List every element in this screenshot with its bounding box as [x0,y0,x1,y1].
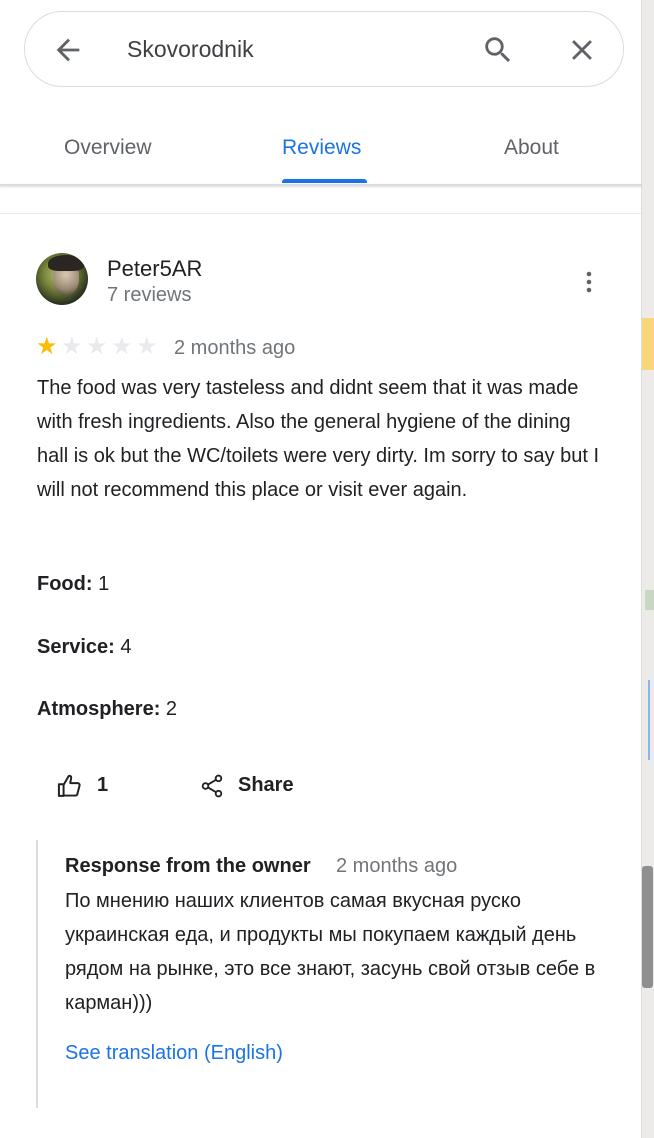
owner-response-date: 2 months ago [336,855,458,877]
review-date: 2 months ago [174,337,296,359]
map-road-fragment [642,318,654,370]
star-rating: ★ ★ ★ ★ ★ [36,335,161,359]
atmosphere-rating-label: Atmosphere: [37,698,161,720]
food-rating: Food: 1 [37,573,109,596]
like-count: 1 [97,774,109,796]
scrollbar-thumb[interactable] [642,866,653,988]
owner-response: Response from the owner 2 months ago По … [36,840,598,1108]
tab-overview[interactable]: Overview [64,136,152,160]
arrow-back-icon[interactable] [51,33,85,67]
search-icon[interactable] [481,33,515,67]
food-rating-value: 1 [98,573,110,595]
food-rating-label: Food: [37,573,93,595]
avatar[interactable] [36,253,88,305]
star-empty-icon: ★ [61,333,83,360]
map-area-fragment [645,590,654,610]
tabs-divider [0,184,641,186]
service-rating-value: 4 [120,636,132,658]
tab-about[interactable]: About [504,136,559,160]
star-filled-icon: ★ [36,333,58,360]
owner-response-title: Response from the owner [65,855,311,877]
review-text: The food was very tasteless and didnt se… [37,377,600,501]
share-icon [201,774,223,798]
active-tab-indicator [282,179,367,183]
star-empty-icon: ★ [136,333,158,360]
section-divider [0,213,641,214]
author-review-count: 7 reviews [107,284,192,306]
search-input[interactable]: Skovorodnik [127,36,254,63]
see-translation-link[interactable]: See translation (English) [65,1042,283,1065]
atmosphere-rating: Atmosphere: 2 [37,698,177,721]
tab-reviews[interactable]: Reviews [282,136,361,160]
owner-response-text: По мнению наших клиентов самая вкусная р… [65,890,596,1014]
star-empty-icon: ★ [86,333,108,360]
service-rating: Service: 4 [37,636,132,659]
author-name[interactable]: Peter5AR [107,256,202,282]
thumb-up-icon [57,774,81,797]
share-label: Share [238,774,294,796]
like-button[interactable]: 1 [52,768,132,804]
star-empty-icon: ★ [111,333,133,360]
avatar-hair [48,255,84,271]
more-options-icon[interactable] [578,266,600,298]
atmosphere-rating-value: 2 [165,698,178,720]
service-rating-label: Service: [37,636,115,658]
share-button[interactable]: Share [196,768,306,804]
search-bar: Skovorodnik [24,11,624,87]
close-icon[interactable] [565,33,599,67]
map-line-fragment [648,680,654,760]
place-tabs: Overview Reviews About [0,110,641,186]
